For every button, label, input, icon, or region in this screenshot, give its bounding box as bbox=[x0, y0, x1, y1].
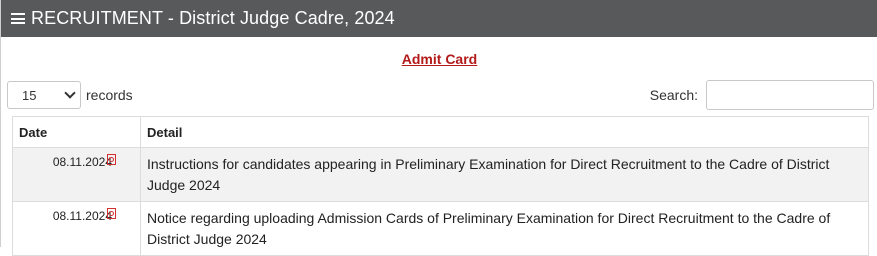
page-length-label: records bbox=[86, 87, 133, 103]
table-controls: 15 records Search: bbox=[7, 80, 874, 110]
panel-header: RECRUITMENT - District Judge Cadre, 2024 bbox=[1, 0, 877, 37]
chevron-down-icon bbox=[64, 87, 76, 99]
admit-card-link[interactable]: Admit Card bbox=[1, 51, 877, 67]
page-length-value: 15 bbox=[22, 87, 37, 103]
table-row: 08.11.2024 Instructions for candidates a… bbox=[12, 147, 869, 202]
page-length-control: 15 records bbox=[7, 81, 133, 109]
search-label: Search: bbox=[649, 87, 698, 103]
recruitment-panel: RECRUITMENT - District Judge Cadre, 2024… bbox=[0, 0, 877, 256]
row-detail-link[interactable]: Notice regarding uploading Admission Car… bbox=[140, 201, 869, 256]
row-date-text: 08.11.2024 bbox=[52, 209, 112, 223]
row-date: 08.11.2024 bbox=[12, 147, 141, 202]
pdf-icon[interactable] bbox=[107, 208, 116, 219]
column-header-date[interactable]: Date bbox=[12, 116, 141, 148]
search-control: Search: bbox=[650, 80, 874, 110]
table-header-row: Date Detail bbox=[12, 116, 869, 148]
row-date: 08.11.2024 bbox=[12, 201, 141, 256]
pdf-icon[interactable] bbox=[107, 154, 116, 165]
page-length-select[interactable]: 15 bbox=[7, 81, 81, 109]
column-header-detail[interactable]: Detail bbox=[140, 116, 869, 148]
recruitment-table: Date Detail 08.11.2024 Instructions for … bbox=[12, 116, 869, 256]
table-row: 08.11.2024 Notice regarding uploading Ad… bbox=[12, 201, 869, 256]
search-input[interactable] bbox=[706, 80, 874, 110]
page-title: RECRUITMENT - District Judge Cadre, 2024 bbox=[31, 8, 395, 28]
row-detail-link[interactable]: Instructions for candidates appearing in… bbox=[140, 147, 869, 202]
list-icon bbox=[11, 13, 25, 24]
row-date-text: 08.11.2024 bbox=[52, 155, 112, 169]
